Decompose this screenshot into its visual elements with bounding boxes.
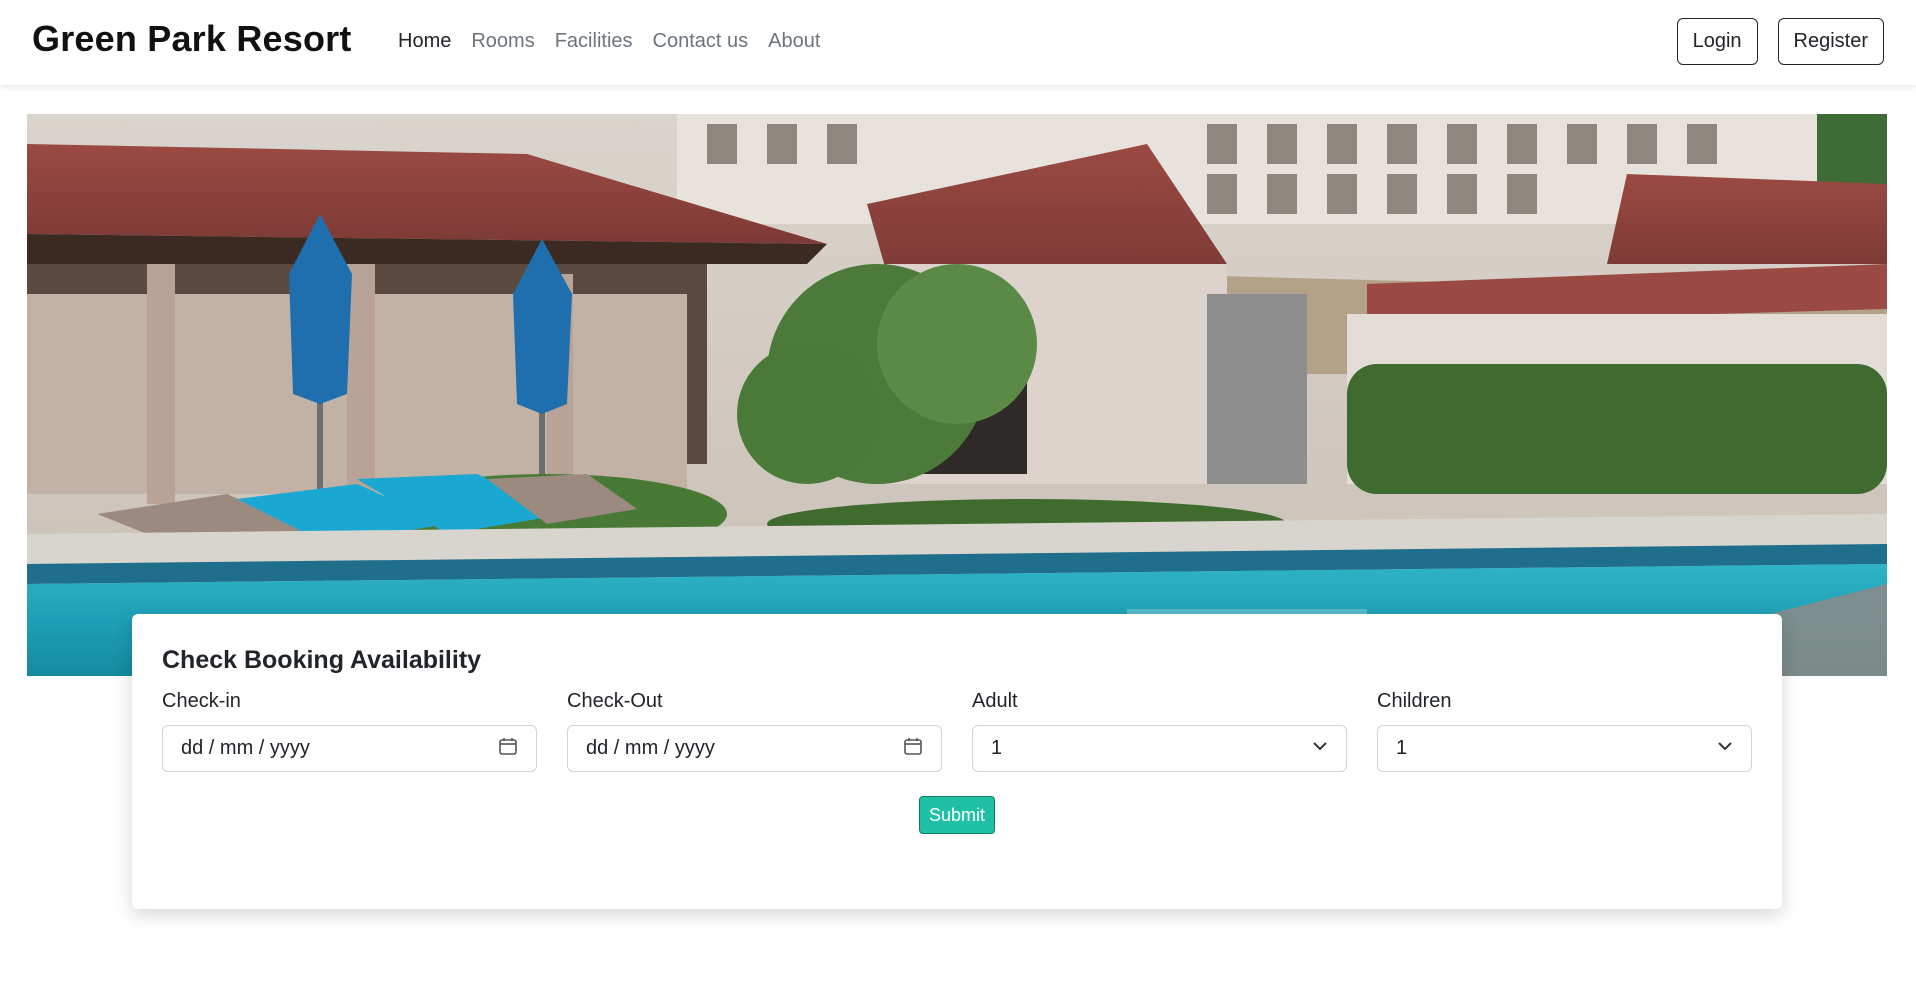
checkin-label: Check-in	[162, 690, 241, 712]
hero-image-resort-pool	[27, 114, 1887, 676]
nav-rooms[interactable]: Rooms	[471, 30, 534, 53]
adult-select[interactable]: 1	[972, 725, 1347, 772]
checkout-label: Check-Out	[567, 690, 663, 712]
adult-selected-value: 1	[991, 737, 1003, 759]
nav-home[interactable]: Home	[398, 30, 451, 53]
checkin-date-input[interactable]: dd / mm / yyyy	[162, 725, 537, 772]
adult-field: Adult 1	[972, 690, 1347, 772]
navbar: Green Park Resort Home Rooms Facilities …	[0, 0, 1916, 85]
adult-label: Adult	[972, 690, 1018, 712]
children-field: Children 1	[1377, 690, 1752, 772]
main-nav: Home Rooms Facilities Contact us About	[398, 30, 820, 53]
children-select[interactable]: 1	[1377, 725, 1752, 772]
checkin-placeholder: dd / mm / yyyy	[181, 737, 310, 759]
brand-logo[interactable]: Green Park Resort	[32, 18, 352, 60]
register-button[interactable]: Register	[1777, 18, 1884, 65]
children-selected-value: 1	[1396, 737, 1408, 759]
submit-button[interactable]: Submit	[919, 796, 995, 834]
children-label: Children	[1377, 690, 1452, 712]
checkin-field: Check-in dd / mm / yyyy	[162, 690, 537, 772]
chevron-down-icon	[1717, 737, 1733, 760]
nav-about[interactable]: About	[768, 30, 820, 53]
login-button[interactable]: Login	[1676, 18, 1758, 65]
calendar-icon[interactable]	[903, 736, 923, 762]
chevron-down-icon	[1312, 737, 1328, 760]
nav-facilities[interactable]: Facilities	[555, 30, 633, 53]
checkout-placeholder: dd / mm / yyyy	[586, 737, 715, 759]
booking-availability-card: Check Booking Availability Check-in dd /…	[132, 614, 1782, 909]
checkout-date-input[interactable]: dd / mm / yyyy	[567, 725, 942, 772]
nav-contact-us[interactable]: Contact us	[653, 30, 749, 53]
checkout-field: Check-Out dd / mm / yyyy	[567, 690, 942, 772]
calendar-icon[interactable]	[498, 736, 518, 762]
auth-buttons: Login Register	[1676, 18, 1884, 65]
booking-card-title: Check Booking Availability	[162, 646, 482, 674]
